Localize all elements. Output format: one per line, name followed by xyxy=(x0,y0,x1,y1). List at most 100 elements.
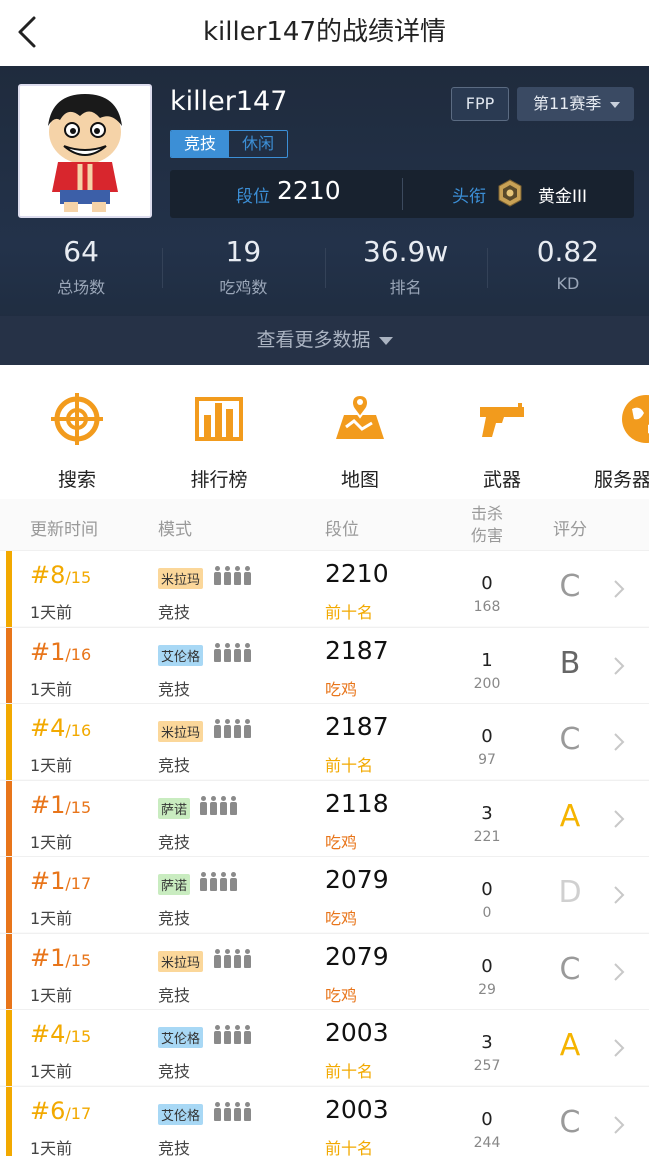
placement-number: #4/15 xyxy=(30,1020,91,1048)
map-badge: 萨诺 xyxy=(158,874,191,895)
match-time: 1天前 xyxy=(30,909,73,928)
grade: B xyxy=(559,645,581,681)
damage: 168 xyxy=(473,599,501,615)
rank-panel: 段位 2210 头衔 黄金III xyxy=(170,170,634,218)
season-label: 第11赛季 xyxy=(533,94,602,113)
title-value: 黄金III xyxy=(538,187,588,207)
grade: A xyxy=(559,798,581,834)
placement-number: #8/15 xyxy=(30,561,91,589)
username: killer147 xyxy=(170,86,288,117)
chevron-right-icon xyxy=(614,809,625,828)
stat-value: 19 xyxy=(225,235,262,268)
place: #4 xyxy=(30,714,66,742)
stat-label: 吃鸡数 xyxy=(219,278,268,297)
match-mode: 竞技 xyxy=(158,756,191,775)
result-indicator-bar xyxy=(6,933,12,1010)
avatar[interactable] xyxy=(18,84,152,218)
match-mode: 竞技 xyxy=(158,1138,191,1156)
cartoon-avatar-icon xyxy=(20,86,150,216)
kills: 3 xyxy=(481,802,493,824)
header-rank: 段位 xyxy=(325,520,359,540)
grade: D xyxy=(558,875,582,910)
damage: 257 xyxy=(473,1058,501,1074)
squad-icon xyxy=(214,719,251,739)
place: #8 xyxy=(30,561,66,589)
squad-icon xyxy=(214,1025,251,1045)
rank-score: 2003 xyxy=(325,1094,389,1124)
chevron-right-icon xyxy=(614,1115,625,1134)
stat-kd[interactable]: 0.82 KD xyxy=(486,234,649,304)
kills: 0 xyxy=(481,955,493,977)
table-row[interactable]: #1/15 1天前 米拉玛 竞技 2079 吃鸡 0 29 C xyxy=(0,932,649,1010)
grade: C xyxy=(559,1104,581,1140)
table-row[interactable]: #4/16 1天前 米拉玛 竞技 2187 前十名 0 97 C xyxy=(0,703,649,780)
match-time: 1天前 xyxy=(30,1062,73,1081)
tab-competitive[interactable]: 竞技 xyxy=(171,131,229,157)
nav-map[interactable]: 地图 xyxy=(305,391,415,492)
damage: 0 xyxy=(482,905,492,921)
nav-servers[interactable]: 服务器 xyxy=(588,391,649,492)
table-row[interactable]: #1/16 1天前 艾伦格 竞技 2187 吃鸡 1 200 B xyxy=(0,626,649,704)
header-kills-damage: 击杀 伤害 xyxy=(462,503,512,547)
squad-icon xyxy=(214,1101,251,1122)
stat-wins[interactable]: 19 吃鸡数 xyxy=(162,234,324,304)
stat-total-games[interactable]: 64 总场数 xyxy=(0,234,162,304)
map-badge: 萨诺 xyxy=(158,797,191,819)
place: #4 xyxy=(30,1020,66,1048)
match-mode: 竞技 xyxy=(158,603,191,622)
page-title: killer147的战绩详情 xyxy=(202,17,447,47)
result-label: 吃鸡 xyxy=(325,985,358,1005)
table-row[interactable]: #8/15 1天前 米拉玛 竞技 2210 前十名 0 168 C xyxy=(0,550,649,627)
grade: A xyxy=(559,1028,581,1063)
top-bar: killer147的战绩详情 xyxy=(0,0,649,66)
table-row[interactable]: #1/15 1天前 萨诺 竞技 2118 吃鸡 3 221 A xyxy=(0,779,649,857)
chevron-right-icon xyxy=(614,580,625,598)
more-data-button[interactable]: 查看更多数据 xyxy=(0,316,649,365)
pistol-icon xyxy=(480,403,524,437)
stat-value: 0.82 xyxy=(536,235,600,268)
squad-icon xyxy=(214,642,251,663)
placement-number: #1/17 xyxy=(30,867,91,895)
stats-row: 64 总场数 19 吃鸡数 36.9w 排名 0.82 KD xyxy=(0,234,649,304)
match-mode: 竞技 xyxy=(158,985,191,1005)
season-dropdown[interactable]: 第11赛季 xyxy=(517,87,634,121)
grade: C xyxy=(559,569,581,604)
header-kills: 击杀 xyxy=(470,504,503,523)
kills: 0 xyxy=(481,879,493,900)
match-time: 1天前 xyxy=(30,985,73,1005)
nav-leaderboard[interactable]: 排行榜 xyxy=(164,391,274,492)
damage: 200 xyxy=(473,675,501,692)
nav-weapons[interactable]: 武器 xyxy=(447,391,557,492)
table-row[interactable]: #1/17 1天前 萨诺 竞技 2079 吃鸡 0 0 D xyxy=(0,856,649,933)
match-time: 1天前 xyxy=(30,679,73,699)
rank-value: 2210 xyxy=(277,176,341,205)
caret-down-icon xyxy=(610,102,620,108)
table-row[interactable]: #4/15 1天前 艾伦格 竞技 2003 前十名 3 257 A xyxy=(0,1009,649,1086)
total-teams: /16 xyxy=(65,721,92,740)
nav-search[interactable]: 搜索 xyxy=(22,391,132,492)
stat-ranking[interactable]: 36.9w 排名 xyxy=(324,234,487,304)
kills: 1 xyxy=(481,649,493,671)
map-icon xyxy=(336,393,384,439)
grade: C xyxy=(559,951,581,987)
perspective-button[interactable]: FPP xyxy=(451,87,509,121)
rank-score: 2079 xyxy=(325,865,389,894)
rank-score: 2118 xyxy=(325,788,389,818)
table-row[interactable]: #6/17 1天前 艾伦格 竞技 2003 前十名 0 244 C xyxy=(0,1085,649,1156)
result-label: 吃鸡 xyxy=(325,832,358,852)
placement-number: #1/15 xyxy=(30,944,91,972)
place: #1 xyxy=(30,943,66,972)
match-time: 1天前 xyxy=(30,832,73,852)
squad-icon xyxy=(200,795,237,816)
tab-casual[interactable]: 休闲 xyxy=(229,131,287,157)
kills: 0 xyxy=(481,726,493,747)
header-damage: 伤害 xyxy=(470,526,503,545)
nav-label: 搜索 xyxy=(57,469,96,491)
nav-label: 地图 xyxy=(340,469,379,491)
table-header: 更新时间 模式 段位 击杀 伤害 评分 xyxy=(0,499,649,550)
damage: 244 xyxy=(473,1134,501,1151)
rank-score: 2187 xyxy=(325,712,389,741)
rank-label: 段位 xyxy=(236,187,270,207)
match-mode: 竞技 xyxy=(158,909,191,928)
match-table: 更新时间 模式 段位 击杀 伤害 评分 #8/15 1天前 米拉玛 竞技 2210 前十名… xyxy=(0,499,649,1156)
